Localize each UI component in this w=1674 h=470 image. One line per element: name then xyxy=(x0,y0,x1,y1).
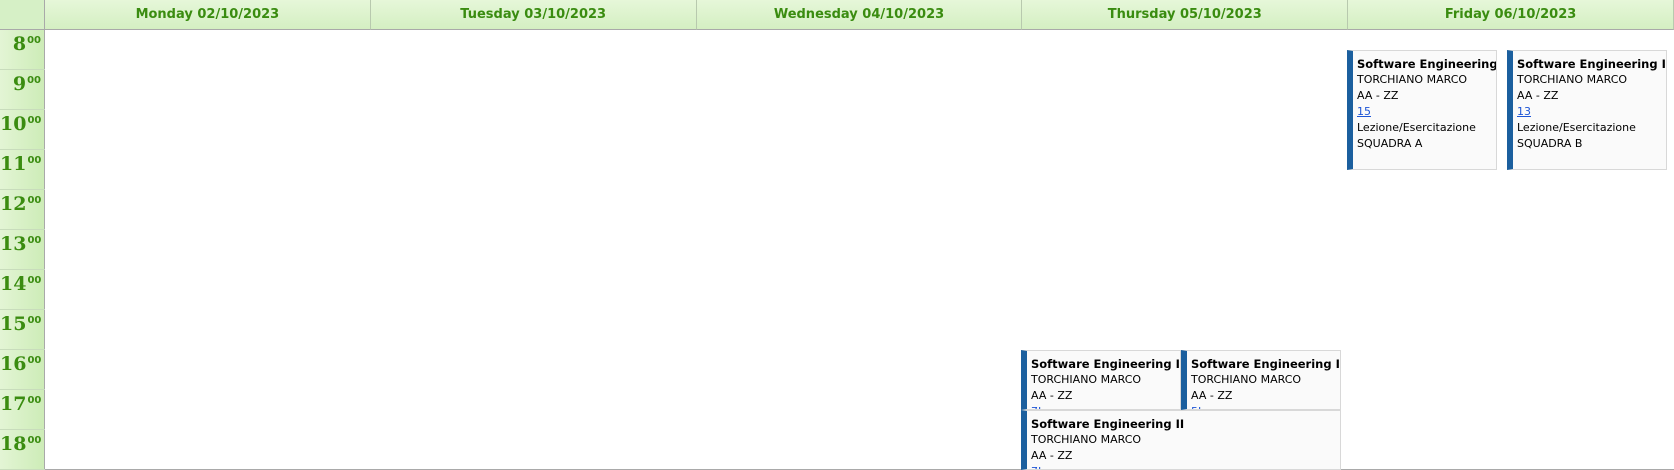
hour-label: 1800 xyxy=(0,430,45,470)
event-title: Software Engineering II xyxy=(1031,417,1185,431)
event-type: Lezione/Esercitazione xyxy=(1357,121,1476,134)
event-title: Software Engineering II xyxy=(1517,57,1667,71)
hour-label: 1300 xyxy=(0,230,45,270)
event-card[interactable]: Software Engineering II TORCHIANO MARCO … xyxy=(1347,50,1497,170)
event-range: AA - ZZ xyxy=(1357,89,1399,102)
day-header-monday[interactable]: Monday 02/10/2023 xyxy=(45,0,371,30)
event-type: Lezione/Esercitazione xyxy=(1517,121,1636,134)
event-group: SQUADRA B xyxy=(1517,137,1583,150)
hour-label: 800 xyxy=(0,30,45,70)
event-group: SQUADRA A xyxy=(1357,137,1423,150)
event-title: Software Engineering II xyxy=(1031,357,1181,371)
event-room-link[interactable]: 15 xyxy=(1357,104,1492,120)
day-header-wednesday[interactable]: Wednesday 04/10/2023 xyxy=(696,0,1023,30)
event-teacher: TORCHIANO MARCO xyxy=(1357,73,1468,86)
day-header-row: Monday 02/10/2023 Tuesday 03/10/2023 Wed… xyxy=(45,0,1674,30)
event-teacher: TORCHIANO MARCO xyxy=(1191,373,1302,386)
hour-label: 1400 xyxy=(0,270,45,310)
calendar-grid: Software Engineering II TORCHIANO MARCO … xyxy=(45,30,1674,470)
event-teacher: TORCHIANO MARCO xyxy=(1031,373,1142,386)
event-title: Software Engineering II xyxy=(1191,357,1341,371)
event-teacher: TORCHIANO MARCO xyxy=(1517,73,1628,86)
event-title: Software Engineering II xyxy=(1357,57,1497,71)
event-range: AA - ZZ xyxy=(1191,389,1233,402)
event-room-link[interactable]: 13 xyxy=(1517,104,1662,120)
hour-label: 900 xyxy=(0,70,45,110)
event-range: AA - ZZ xyxy=(1031,449,1073,462)
header-corner xyxy=(0,0,45,30)
day-header-friday[interactable]: Friday 06/10/2023 xyxy=(1348,0,1674,30)
event-room-link[interactable]: 7I xyxy=(1031,464,1336,469)
hour-label: 1100 xyxy=(0,150,45,190)
hour-label: 1700 xyxy=(0,390,45,430)
event-card[interactable]: Software Engineering II TORCHIANO MARCO … xyxy=(1021,410,1341,470)
event-teacher: TORCHIANO MARCO xyxy=(1031,433,1142,446)
event-range: AA - ZZ xyxy=(1031,389,1073,402)
day-header-tuesday[interactable]: Tuesday 03/10/2023 xyxy=(370,0,697,30)
hour-label: 1500 xyxy=(0,310,45,350)
hour-label: 1200 xyxy=(0,190,45,230)
day-header-thursday[interactable]: Thursday 05/10/2023 xyxy=(1022,0,1349,30)
hour-label: 1600 xyxy=(0,350,45,390)
hours-column: 800 900 1000 1100 1200 1300 1400 1500 16… xyxy=(0,30,45,470)
weekly-calendar: Monday 02/10/2023 Tuesday 03/10/2023 Wed… xyxy=(0,0,1674,470)
hour-label: 1000 xyxy=(0,110,45,150)
event-card[interactable]: Software Engineering II TORCHIANO MARCO … xyxy=(1181,350,1341,410)
event-card[interactable]: Software Engineering II TORCHIANO MARCO … xyxy=(1507,50,1667,170)
event-range: AA - ZZ xyxy=(1517,89,1559,102)
event-card[interactable]: Software Engineering II TORCHIANO MARCO … xyxy=(1021,350,1181,410)
